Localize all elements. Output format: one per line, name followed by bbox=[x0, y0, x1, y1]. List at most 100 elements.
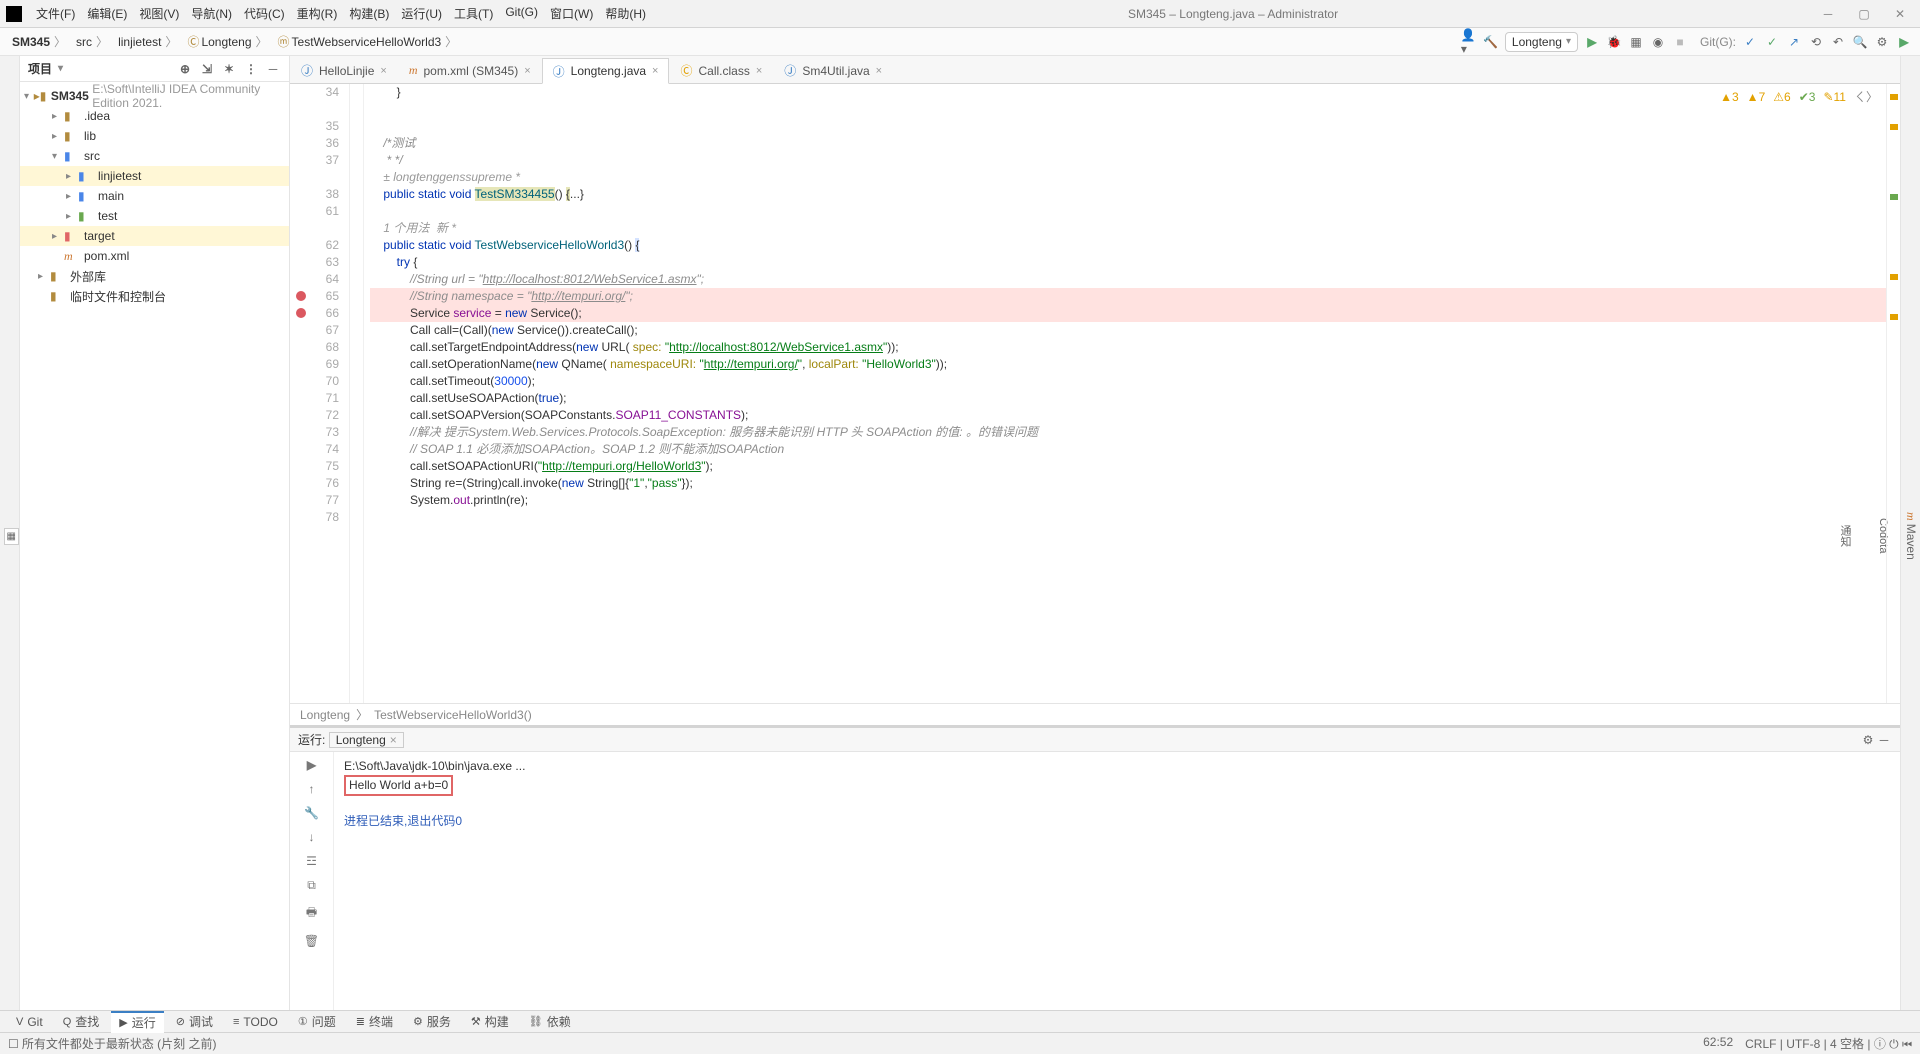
chevron-down-icon[interactable]: ▾ bbox=[58, 63, 63, 74]
breakpoint-icon[interactable] bbox=[296, 308, 306, 318]
breadcrumb-item[interactable]: ⓜ TestWebserviceHelloWorld3〉 bbox=[274, 33, 464, 50]
trash-icon[interactable]: 🗑 bbox=[303, 934, 321, 948]
stop-icon[interactable]: ■ bbox=[1672, 34, 1688, 50]
tree-item[interactable]: ▾▮src bbox=[20, 146, 289, 166]
git-commit-icon[interactable]: ✓ bbox=[1764, 34, 1780, 50]
tree-item[interactable]: ▸▮target bbox=[20, 226, 289, 246]
tree-item[interactable]: ▸▮外部库 bbox=[20, 266, 289, 286]
inspection-summary[interactable]: ▲3 ▲7 ⚠6 ✔3 ✎11 ㄑ〉 bbox=[1720, 88, 1878, 105]
bottom-tab-TODO[interactable]: ≡TODO bbox=[225, 1011, 286, 1033]
tree-item[interactable]: ▸▮lib bbox=[20, 126, 289, 146]
tree-item[interactable]: ▸▮linjietest bbox=[20, 166, 289, 186]
editor-tab[interactable]: ⒸCall.class× bbox=[669, 57, 773, 83]
run-config-selector[interactable]: Longteng▾ bbox=[1505, 32, 1578, 52]
tree-item[interactable]: ▮临时文件和控制台 bbox=[20, 286, 289, 306]
breadcrumb-item[interactable]: src〉 bbox=[72, 33, 114, 50]
tree-item[interactable]: mpom.xml bbox=[20, 246, 289, 266]
close-icon[interactable]: × bbox=[524, 65, 530, 77]
line-gutter[interactable]: 3435363738616263646566676869707172737475… bbox=[290, 84, 350, 703]
down-icon[interactable]: ↓ bbox=[303, 830, 321, 844]
layout-icon[interactable]: ☲ bbox=[303, 854, 321, 868]
breadcrumb-item[interactable]: linjietest〉 bbox=[114, 33, 183, 50]
menu-item[interactable]: 构建(B) bbox=[343, 3, 395, 24]
tab-maven[interactable]: m Maven bbox=[1901, 504, 1920, 568]
up-icon[interactable]: ↑ bbox=[303, 782, 321, 796]
bottom-tab-终端[interactable]: ≣终端 bbox=[348, 1011, 401, 1033]
fold-strip[interactable] bbox=[350, 84, 364, 703]
git-history-icon[interactable]: ⟲ bbox=[1808, 34, 1824, 50]
caret-position[interactable]: 62:52 bbox=[1703, 1035, 1733, 1052]
search-icon[interactable]: 🔍 bbox=[1852, 34, 1868, 50]
rerun-icon[interactable]: ▶ bbox=[303, 758, 321, 772]
editor-tab[interactable]: mpom.xml (SM345)× bbox=[398, 57, 542, 83]
menu-item[interactable]: 编辑(E) bbox=[81, 3, 133, 24]
hide-icon[interactable]: ─ bbox=[265, 61, 281, 77]
tree-item[interactable]: ▸▮test bbox=[20, 206, 289, 226]
minimize-icon[interactable]: ─ bbox=[1876, 732, 1892, 748]
git-push-icon[interactable]: ↗ bbox=[1786, 34, 1802, 50]
settings-icon[interactable]: ⋮ bbox=[243, 61, 259, 77]
user-icon[interactable]: 👤▾ bbox=[1461, 34, 1477, 50]
editor-breadcrumb[interactable]: Longteng〉TestWebserviceHelloWorld3() bbox=[290, 703, 1900, 725]
wrench-icon[interactable]: 🔧 bbox=[303, 806, 321, 820]
print-icon[interactable]: 🖶 bbox=[303, 903, 321, 924]
hammer-icon[interactable]: 🔨 bbox=[1483, 34, 1499, 50]
menu-item[interactable]: 运行(U) bbox=[395, 3, 448, 24]
close-icon[interactable]: × bbox=[756, 65, 762, 77]
close-icon[interactable]: × bbox=[652, 65, 658, 77]
bottom-tab-运行[interactable]: ▶运行 bbox=[111, 1011, 163, 1033]
close-button[interactable]: ✕ bbox=[1886, 5, 1914, 23]
code-editor[interactable]: ▲3 ▲7 ⚠6 ✔3 ✎11 ㄑ〉 343536373861626364656… bbox=[290, 84, 1900, 725]
menu-item[interactable]: 文件(F) bbox=[30, 3, 81, 24]
menu-item[interactable]: 导航(N) bbox=[185, 3, 238, 24]
tab-project[interactable]: ▦ bbox=[4, 528, 19, 545]
filter-icon[interactable]: ⧉ bbox=[303, 878, 321, 893]
close-icon[interactable]: × bbox=[876, 65, 882, 77]
tree-item[interactable]: ▸▮main bbox=[20, 186, 289, 206]
run-icon[interactable]: ▶ bbox=[1584, 34, 1600, 50]
console-output[interactable]: E:\Soft\Java\jdk-10\bin\java.exe ... Hel… bbox=[334, 752, 1900, 1010]
menu-item[interactable]: 窗口(W) bbox=[544, 3, 599, 24]
bottom-tab-调试[interactable]: ⊘调试 bbox=[168, 1011, 221, 1033]
vcs-status-icon[interactable]: ☐ bbox=[8, 1037, 19, 1051]
menu-item[interactable]: 工具(T) bbox=[448, 3, 499, 24]
expand-icon[interactable]: ⇲ bbox=[199, 61, 215, 77]
settings-icon[interactable]: ⚙ bbox=[1874, 34, 1890, 50]
editor-tab[interactable]: ⒿHelloLinjie× bbox=[290, 57, 398, 83]
maximize-button[interactable]: ▢ bbox=[1850, 5, 1878, 23]
menu-item[interactable]: 重构(R) bbox=[291, 3, 344, 24]
error-stripe[interactable] bbox=[1886, 84, 1900, 703]
bottom-tab-依赖[interactable]: ⛓依赖 bbox=[521, 1011, 579, 1033]
coverage-icon[interactable]: ▦ bbox=[1628, 34, 1644, 50]
run-tool-window: 运行: Longteng× ⚙ ─ ▶ ↑ 🔧 ↓ ☲ ⧉ 🖶 🗑 bbox=[290, 725, 1900, 1010]
minimize-button[interactable]: ─ bbox=[1814, 5, 1842, 23]
run-config-tab[interactable]: Longteng× bbox=[329, 732, 404, 748]
select-opened-icon[interactable]: ⊕ bbox=[177, 61, 193, 77]
collapse-icon[interactable]: ✶ bbox=[221, 61, 237, 77]
menu-item[interactable]: 帮助(H) bbox=[599, 3, 652, 24]
close-icon[interactable]: × bbox=[380, 65, 386, 77]
play-icon[interactable]: ▶ bbox=[1896, 34, 1912, 50]
menu-item[interactable]: Git(G) bbox=[499, 3, 544, 24]
gear-icon[interactable]: ⚙ bbox=[1860, 732, 1876, 748]
editor-tab[interactable]: ⒿLongteng.java× bbox=[542, 58, 670, 84]
git-rollback-icon[interactable]: ↶ bbox=[1830, 34, 1846, 50]
debug-icon[interactable]: 🐞 bbox=[1606, 34, 1622, 50]
bottom-tab-服务[interactable]: ⚙服务 bbox=[405, 1011, 459, 1033]
tree-root[interactable]: ▾ ▸▮ SM345 E:\Soft\IntelliJ IDEA Communi… bbox=[20, 86, 289, 106]
code-content[interactable]: } /*测试 * */ ± longtenggenssupreme * publ… bbox=[364, 84, 1886, 703]
editor-tab[interactable]: ⒿSm4Util.java× bbox=[773, 57, 893, 83]
encoding-info[interactable]: CRLF | UTF-8 | 4 空格 | ⓘ ⏻ ⏮ bbox=[1745, 1035, 1912, 1052]
breadcrumb-item[interactable]: Ⓒ Longteng〉 bbox=[183, 33, 273, 50]
project-tree[interactable]: ▾ ▸▮ SM345 E:\Soft\IntelliJ IDEA Communi… bbox=[20, 82, 289, 1010]
menu-item[interactable]: 代码(C) bbox=[238, 3, 291, 24]
breakpoint-icon[interactable] bbox=[296, 291, 306, 301]
bottom-tab-Git[interactable]: VGit bbox=[8, 1011, 51, 1033]
bottom-tab-查找[interactable]: Q查找 bbox=[55, 1011, 108, 1033]
bottom-tab-构建[interactable]: ⚒构建 bbox=[463, 1011, 517, 1033]
breadcrumb-project[interactable]: SM345〉 bbox=[8, 33, 72, 50]
profile-icon[interactable]: ◉ bbox=[1650, 34, 1666, 50]
menu-item[interactable]: 视图(V) bbox=[133, 3, 185, 24]
git-update-icon[interactable]: ✓ bbox=[1742, 34, 1758, 50]
bottom-tab-问题[interactable]: ①问题 bbox=[290, 1011, 344, 1033]
